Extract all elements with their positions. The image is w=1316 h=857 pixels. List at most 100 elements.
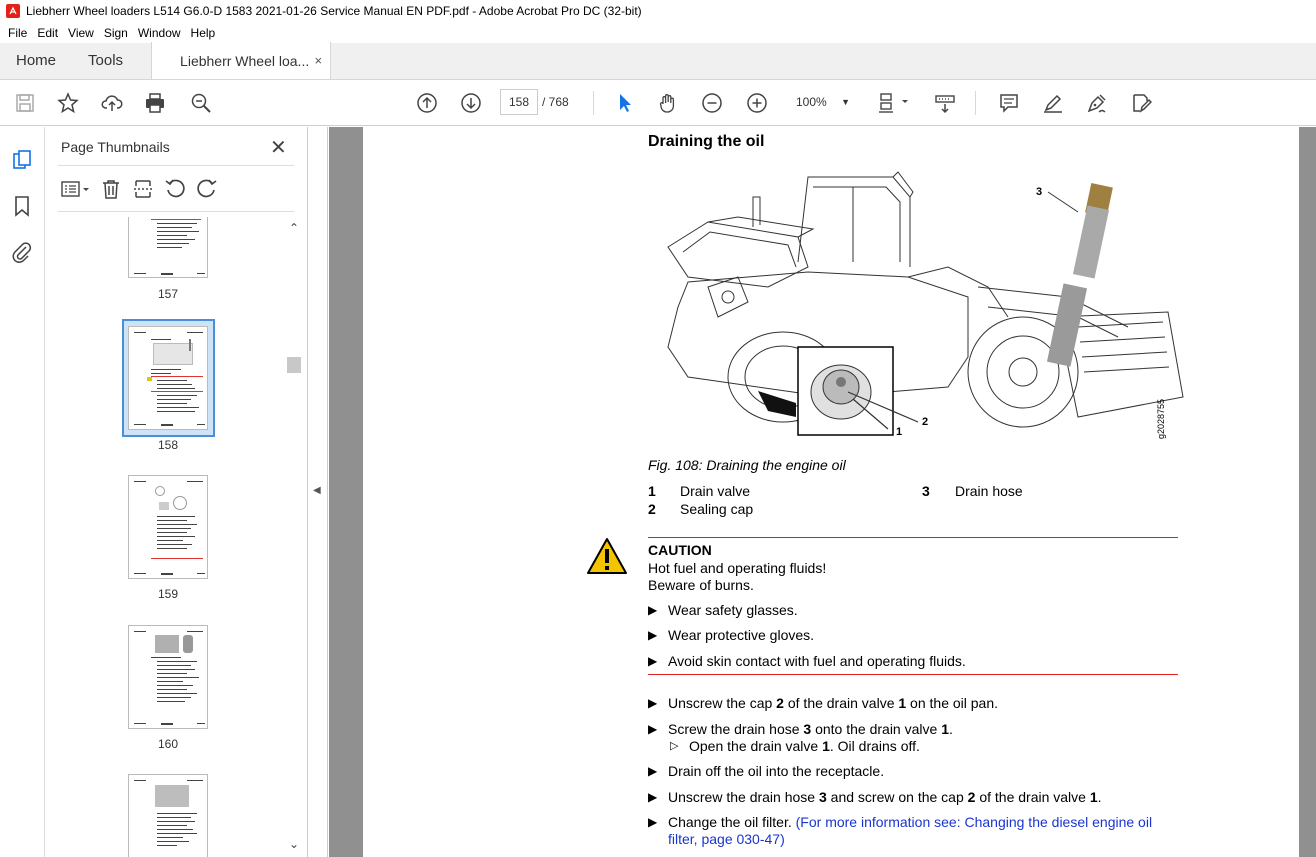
legend-number: 1 <box>648 483 656 499</box>
select-cursor-icon[interactable] <box>613 91 637 115</box>
thumbnail-label: 159 <box>157 587 179 601</box>
tab-document-label: Liebherr Wheel loa... <box>180 52 310 69</box>
thumbnail-page-160[interactable] <box>128 625 208 729</box>
procedure-result: ▷ Open the drain valve 1. Oil drains off. <box>670 738 920 754</box>
save-icon[interactable] <box>13 91 37 115</box>
page-thumbnails-icon[interactable] <box>11 149 35 173</box>
caution-bullet: ▶ Avoid skin contact with fuel and operat… <box>648 653 966 669</box>
menu-sign[interactable]: Sign <box>99 26 133 40</box>
wheel-loader-illustration: 3 2 1 g2028755 <box>667 171 1184 439</box>
rotate-clockwise-icon[interactable] <box>196 178 218 200</box>
hand-tool-icon[interactable] <box>656 91 680 115</box>
close-tab-icon[interactable]: × <box>314 53 322 68</box>
panel-collapse-strip[interactable]: ◀ <box>308 127 328 857</box>
menu-help[interactable]: Help <box>186 26 221 40</box>
navigation-rail <box>0 127 45 857</box>
procedure-step: ▶ Unscrew the cap 2 of the drain valve 1 … <box>648 695 999 711</box>
window-title: Liebherr Wheel loaders L514 G6.0-D 1583 … <box>26 4 642 18</box>
section-heading: Draining the oil <box>648 133 765 150</box>
menu-window[interactable]: Window <box>133 26 186 40</box>
legend-label: Drain hose <box>955 483 1023 499</box>
zoom-search-icon[interactable] <box>189 91 213 115</box>
rotate-counterclockwise-icon[interactable] <box>164 178 186 200</box>
figure-caption: Fig. 108: Draining the engine oil <box>648 457 846 473</box>
caution-title: CAUTION <box>648 542 712 558</box>
zoom-out-icon[interactable] <box>700 91 724 115</box>
caution-text: Hot fuel and operating fluids! <box>648 560 827 576</box>
acrobat-logo-icon <box>6 4 20 18</box>
tab-tools[interactable]: Tools <box>72 42 139 79</box>
thumbnail-page-157[interactable] <box>128 217 208 278</box>
caution-text: Beware of burns. <box>648 577 754 593</box>
thumbnail-tools <box>60 178 218 202</box>
print-icon[interactable] <box>143 91 167 115</box>
procedure-step: ▶ Screw the drain hose 3 onto the drain v… <box>648 721 953 737</box>
chevron-down-icon: ▼ <box>841 97 850 107</box>
zoom-in-icon[interactable] <box>745 91 769 115</box>
previous-page-icon[interactable] <box>415 91 439 115</box>
title-bar: Liebherr Wheel loaders L514 G6.0-D 1583 … <box>0 0 1316 22</box>
close-panel-icon[interactable]: ✕ <box>270 135 287 160</box>
page-total: / 768 <box>542 95 569 109</box>
tab-bar: Home Tools Liebherr Wheel loa... × <box>0 42 1316 80</box>
caution-top-rule <box>648 537 1178 538</box>
fill-sign-icon[interactable] <box>1129 91 1153 115</box>
procedure-step: ▶ Drain off the oil into the receptacle. <box>648 763 885 779</box>
zoom-value: 100% <box>796 95 827 109</box>
bookmark-star-icon[interactable] <box>56 91 80 115</box>
callout-2: 2 <box>922 416 928 428</box>
upload-cloud-icon[interactable] <box>100 91 124 115</box>
cross-reference-link[interactable]: (For more information see: Changing the … <box>796 814 1152 830</box>
caution-bullet: ▶ Wear protective gloves. <box>648 627 815 643</box>
cross-reference-link[interactable]: filter, page 030-47) <box>668 831 785 847</box>
thumbnail-label: 157 <box>157 287 179 301</box>
menu-bar: File Edit View Sign Window Help <box>0 22 1316 43</box>
tab-document[interactable]: Liebherr Wheel loa... × <box>151 42 332 79</box>
tab-home[interactable]: Home <box>0 42 72 79</box>
thumbnail-list: 157 158 159 160 <box>46 217 286 857</box>
figure-code: g2028755 <box>1156 399 1166 439</box>
page-fit-icon[interactable] <box>876 91 912 115</box>
menu-file[interactable]: File <box>3 26 32 40</box>
page-number-input[interactable]: 158 <box>500 89 538 115</box>
thumbnail-page-161[interactable] <box>128 774 208 857</box>
next-page-icon[interactable] <box>459 91 483 115</box>
procedure-step: ▶ Change the oil filter. (For more inform… <box>648 814 1153 830</box>
callout-1: 1 <box>896 426 902 438</box>
scroll-down-icon[interactable]: ⌄ <box>289 837 299 851</box>
thumbnail-page-158[interactable] <box>128 326 208 430</box>
legend-number: 3 <box>922 483 930 499</box>
pdf-page: Draining the oil 3 2 1 g2028755 Fig. 108… <box>363 127 1299 857</box>
delete-page-icon[interactable] <box>100 178 122 200</box>
procedure-step: ▶ Unscrew the drain hose 3 and screw on t… <box>648 789 1102 805</box>
thumbnail-label: 158 <box>157 438 179 452</box>
legend-label: Sealing cap <box>680 501 754 517</box>
bookmarks-icon[interactable] <box>11 195 35 219</box>
comment-icon[interactable] <box>997 91 1021 115</box>
thumbnail-page-159[interactable] <box>128 475 208 579</box>
legend-label: Drain valve <box>680 483 751 499</box>
warning-triangle-icon <box>587 538 627 574</box>
draw-pen-icon[interactable] <box>1085 91 1109 115</box>
zoom-select[interactable]: 100% ▼ <box>788 89 856 115</box>
document-view[interactable]: Draining the oil 3 2 1 g2028755 Fig. 108… <box>329 127 1316 857</box>
menu-edit[interactable]: Edit <box>32 26 63 40</box>
thumbnail-options-icon[interactable] <box>60 178 90 200</box>
scroll-mode-icon[interactable] <box>933 91 957 115</box>
legend-number: 2 <box>648 501 656 517</box>
highlight-pen-icon[interactable] <box>1041 91 1065 115</box>
attachments-icon[interactable] <box>11 241 35 265</box>
thumbnail-scrollbar[interactable] <box>286 217 302 857</box>
scroll-up-icon[interactable]: ⌃ <box>289 221 299 235</box>
thumbnails-panel: Page Thumbnails ✕ 157 158 159 160 ⌃ ⌄ <box>46 127 308 857</box>
caution-bullet: ▶ Wear safety glasses. <box>648 602 798 618</box>
callout-3: 3 <box>1036 186 1042 198</box>
caution-bottom-rule <box>648 674 1178 675</box>
toolbar <box>0 80 1316 126</box>
menu-view[interactable]: View <box>63 26 99 40</box>
collapse-left-icon[interactable]: ◀ <box>313 485 321 496</box>
scrollbar-thumb[interactable] <box>287 357 301 373</box>
thumbnail-label: 160 <box>157 737 179 751</box>
panel-title: Page Thumbnails <box>61 139 170 155</box>
extract-pages-icon[interactable] <box>132 178 154 200</box>
